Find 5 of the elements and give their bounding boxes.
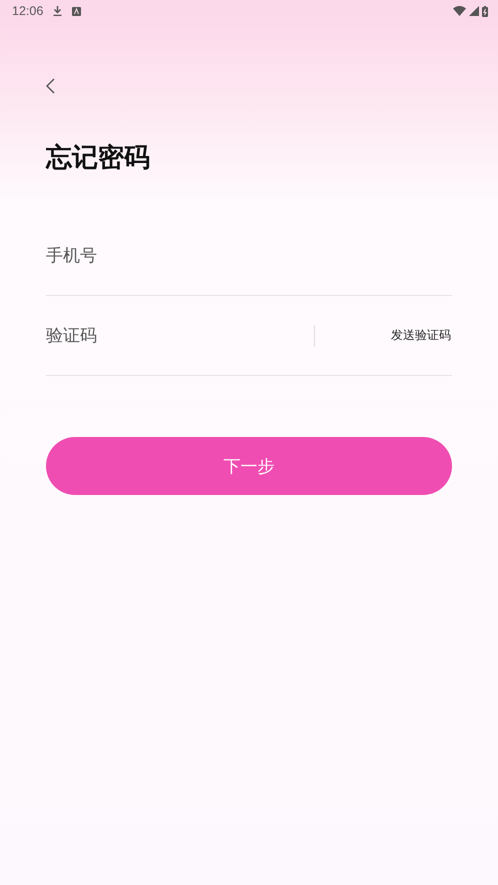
send-code-button[interactable]: 发送验证码 <box>391 327 451 344</box>
clock-time: 12:06 <box>12 4 44 18</box>
page-title: 忘记密码 <box>46 142 150 175</box>
phone-input-field[interactable]: 手机号 <box>46 240 452 270</box>
code-input-field[interactable]: 验证码 <box>46 320 314 350</box>
